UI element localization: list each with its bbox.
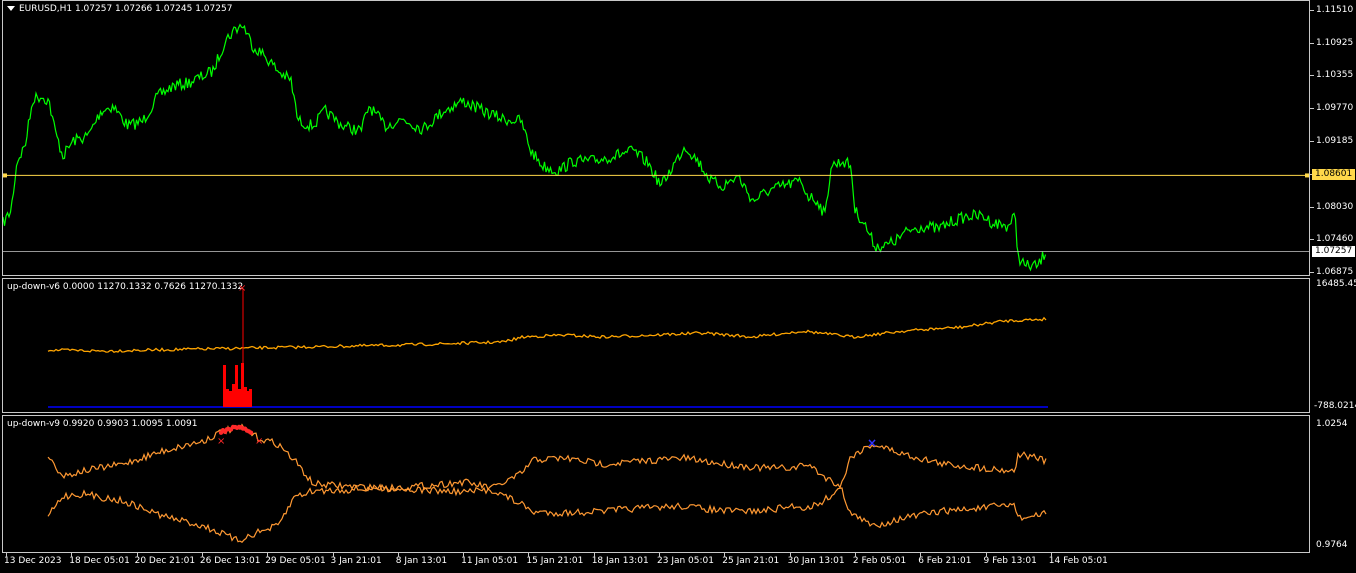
time-axis-label: 18 Jan 13:01: [591, 556, 649, 566]
indicator-pane-v9[interactable]: up-down-v9 0.9920 0.9903 1.0095 1.0091 ×…: [2, 415, 1310, 553]
v9-red-x-marker: ×: [217, 436, 225, 447]
time-axis-tick: [397, 553, 399, 557]
time-axis-tick: [6, 553, 7, 557]
v6-bar: [235, 365, 238, 407]
v6-bar: [238, 389, 241, 407]
v6-chart[interactable]: ×: [3, 279, 1309, 412]
horizontal-line-price-tag[interactable]: 1.08601: [1312, 169, 1356, 180]
price-scale-tick: [1310, 108, 1314, 110]
time-axis-label: 26 Dec 13:01: [199, 556, 261, 566]
level-line-handle-right[interactable]: [1305, 173, 1309, 178]
time-axis-label: 18 Dec 05:01: [69, 556, 130, 566]
price-scale-tick: [1310, 141, 1314, 143]
indicator-pane-v6[interactable]: up-down-v6 0.0000 11270.1332 0.7626 1127…: [2, 278, 1310, 413]
time-axis-label: 9 Feb 13:01: [983, 556, 1037, 566]
level-line-handle-left[interactable]: [3, 173, 7, 178]
time-axis-tick: [724, 553, 726, 557]
time-axis-tick: [1050, 553, 1052, 557]
price-scale-label: 1.11510: [1316, 5, 1354, 15]
v6-bar: [223, 365, 226, 407]
v6-bar: [249, 389, 252, 407]
v6-bar: [229, 391, 232, 407]
time-axis-tick: [267, 553, 269, 557]
v9-blue-x-marker: ×: [867, 436, 877, 450]
time-axis-label: 6 Feb 21:01: [918, 556, 972, 566]
time-axis-label: 2 Feb 05:01: [852, 556, 907, 566]
price-scale-label: 1.07460: [1316, 233, 1354, 244]
time-axis-tick: [920, 553, 922, 557]
time-axis-label: 11 Jan 05:01: [461, 556, 519, 566]
bid-price-tag: 1.07257: [1312, 246, 1356, 257]
v6-line: [47, 316, 1047, 353]
v9-scale-top: 1.0254: [1316, 419, 1348, 429]
time-axis-tick: [136, 553, 138, 557]
v6-x-marker: ×: [238, 283, 246, 294]
time-axis-tick: [854, 553, 856, 557]
time-axis-label: 15 Jan 21:01: [526, 556, 584, 566]
time-axis-tick: [71, 553, 73, 557]
v9-red-x-marker: ×: [255, 436, 263, 447]
time-axis-tick: [528, 553, 530, 557]
time-axis-tick: [985, 553, 987, 557]
time-axis-label: 3 Jan 21:01: [330, 556, 382, 566]
v6-bar: [244, 387, 247, 407]
price-scale-label: 1.10925: [1316, 38, 1354, 49]
v9-red-dot: [248, 430, 254, 435]
eurusd-price-line: [3, 23, 1047, 272]
time-axis-tick: [332, 553, 334, 557]
price-scale-label: 1.09185: [1316, 136, 1354, 147]
price-scale-label: 1.10355: [1316, 70, 1354, 81]
time-axis-tick: [593, 553, 595, 557]
price-chart-pane[interactable]: EURUSD,H1 1.07257 1.07266 1.07245 1.0725…: [2, 0, 1310, 276]
time-axis-label: 14 Feb 05:01: [1048, 556, 1108, 566]
time-axis-tick: [789, 553, 791, 557]
price-scale-tick: [1310, 238, 1314, 240]
v6-bar: [232, 384, 235, 407]
price-chart[interactable]: [3, 1, 1309, 275]
time-axis-label: 8 Jan 13:01: [395, 556, 448, 566]
price-scale-label: 1.08030: [1316, 201, 1354, 212]
v9-upper-line: [47, 423, 1047, 492]
v6-scale-top: 16485.450: [1316, 279, 1356, 289]
time-axis-tick: [659, 553, 660, 557]
v6-scale-bottom: -788.0214: [1314, 401, 1356, 411]
price-scale-tick: [1310, 43, 1314, 45]
time-axis-label: 23 Jan 05:01: [657, 556, 714, 566]
price-scale-label: 1.06875: [1316, 267, 1354, 277]
v6-bar: [226, 389, 229, 407]
price-scale-tick: [1310, 206, 1314, 208]
time-axis-label: 25 Jan 21:01: [722, 556, 780, 566]
time-axis-label: 13 Dec 2023: [4, 556, 62, 566]
v9-scale-bottom: 0.9764: [1316, 540, 1348, 550]
time-axis-label: 30 Jan 13:01: [787, 556, 845, 566]
v9-lower-line: [47, 483, 1047, 543]
time-axis-label: 29 Dec 05:01: [265, 556, 326, 566]
time-axis-tick: [201, 553, 203, 557]
v9-chart[interactable]: × × ×: [3, 416, 1309, 552]
price-scale-label: 1.09770: [1316, 103, 1354, 114]
price-scale-tick: [1310, 75, 1314, 77]
time-axis-tick: [463, 553, 465, 557]
time-axis-label: 20 Dec 21:01: [134, 556, 196, 566]
price-scale-tick: [1310, 272, 1314, 273]
price-scale-tick: [1310, 10, 1314, 11]
